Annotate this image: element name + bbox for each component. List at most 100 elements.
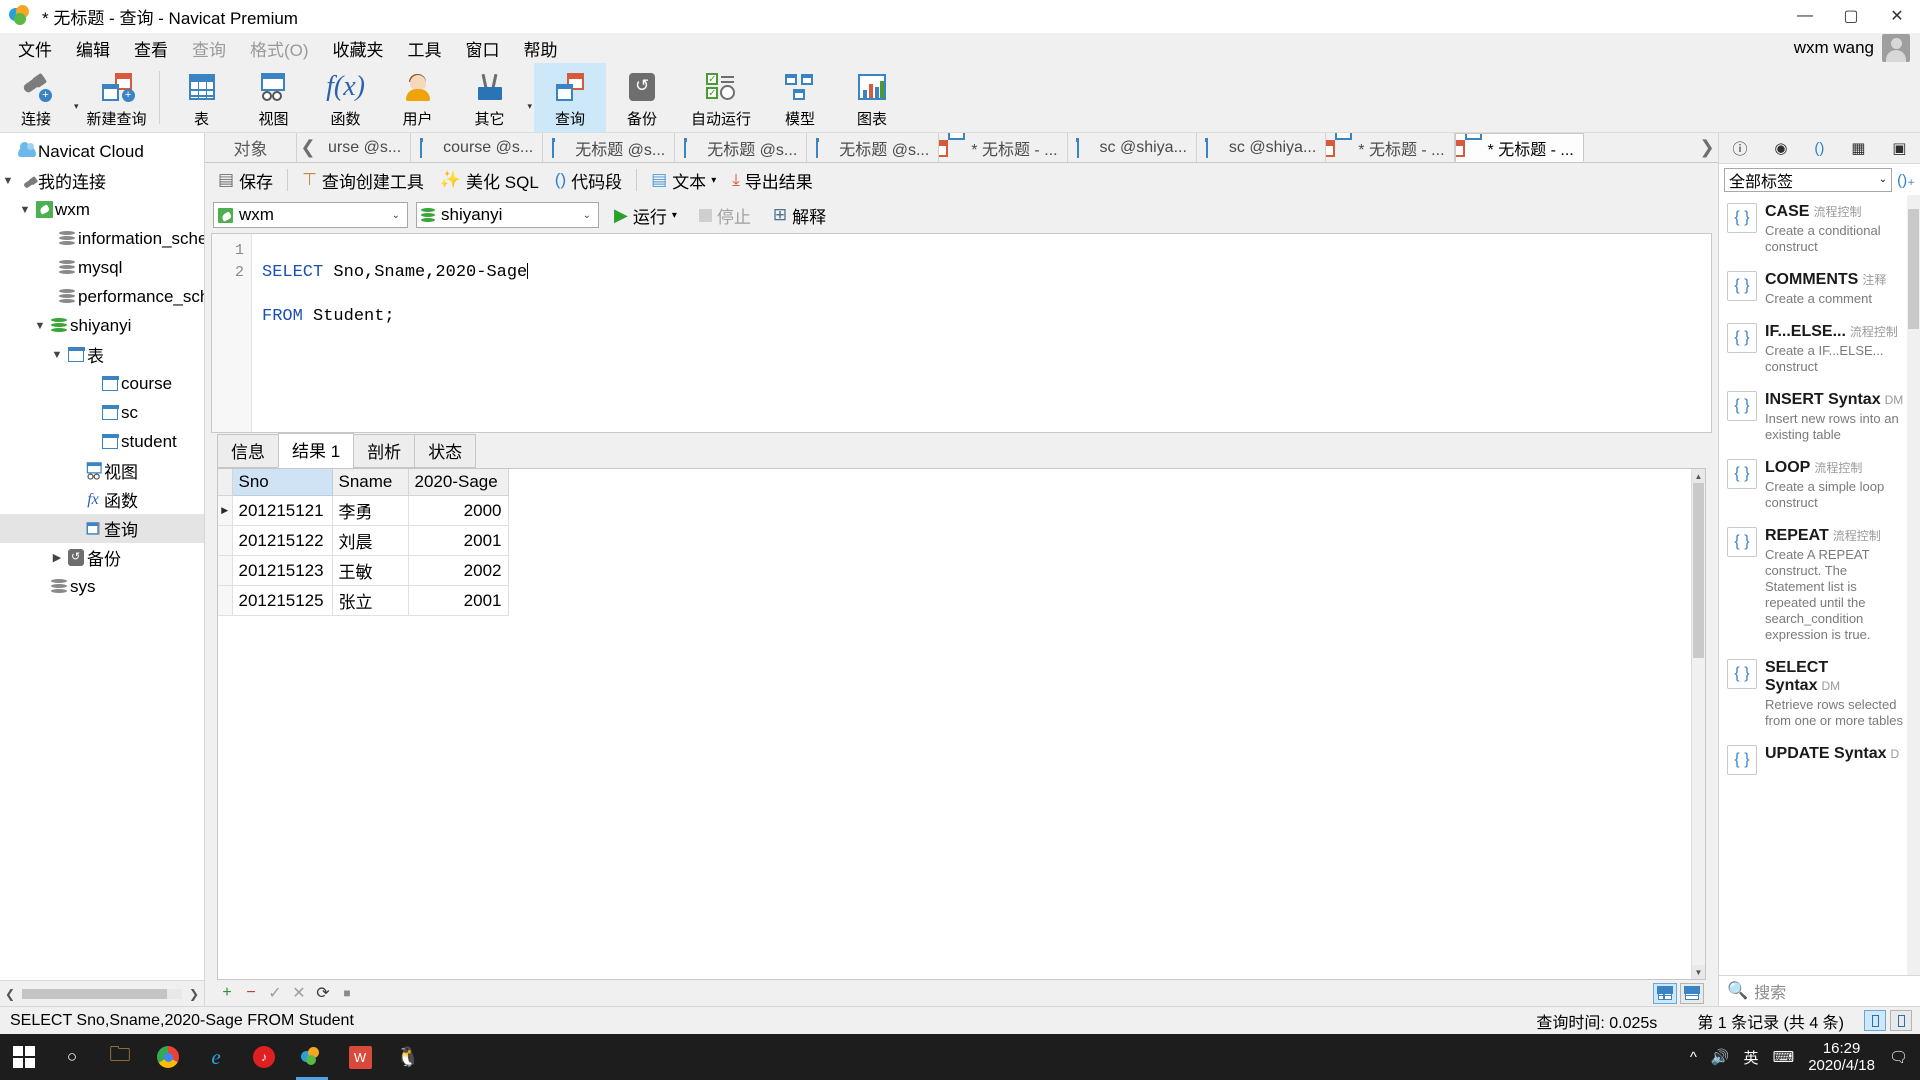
tree-item-sys[interactable]: sys (0, 572, 204, 601)
tree-item-course[interactable]: course (0, 369, 204, 398)
document-tab[interactable]: course @s... (411, 133, 543, 162)
scrollbar-track[interactable] (1692, 483, 1705, 965)
query-builder-button[interactable]: ⊤ 查询创建工具 (295, 165, 431, 196)
navicat-taskbar-button[interactable] (288, 1034, 336, 1080)
toolbar-function[interactable]: f(x) 函数 (310, 63, 382, 132)
cell-sname[interactable]: 李勇 (332, 496, 408, 526)
taskbar-chevron-icon[interactable]: ^ (1690, 1049, 1697, 1066)
toolbar-table[interactable]: 表 (166, 63, 238, 132)
tree-item-performance-schema[interactable]: performance_sche (0, 282, 204, 311)
preview-eye-icon[interactable]: ◉ (1774, 139, 1787, 157)
menu-query[interactable]: 查询 (180, 32, 238, 65)
add-snippet-icon[interactable]: ()₊ (1897, 171, 1915, 189)
chevron-down-icon[interactable]: ⌄ (389, 210, 403, 221)
table-structure-icon[interactable]: ▦ (1851, 139, 1865, 157)
menu-edit[interactable]: 编辑 (64, 32, 122, 65)
run-dropdown-icon[interactable]: ▾ (672, 210, 677, 221)
list-item[interactable]: { } INSERT SyntaxDM Insert new rows into… (1719, 383, 1920, 451)
code-snippet-button[interactable]: () 代码段 (548, 165, 629, 196)
save-button[interactable]: ▤ 保存 (211, 165, 280, 196)
run-button[interactable]: ▶ 运行 ▾ (607, 200, 684, 231)
connection-tree[interactable]: Navicat Cloud ▼ 我的连接 ▼ wxm i (0, 133, 204, 980)
document-tab[interactable]: urse @s... (319, 133, 411, 162)
connection-select[interactable]: wxm ⌄ (213, 202, 408, 228)
add-record-icon[interactable]: + (219, 984, 235, 1002)
list-item[interactable]: { } COMMENTS注释 Create a comment (1719, 263, 1920, 315)
objects-icon[interactable]: ▣ (1892, 139, 1906, 157)
document-tab[interactable]: 无标题 @s... (543, 133, 675, 162)
toolbar-query[interactable]: 查询 (534, 63, 606, 132)
column-header-expr[interactable]: 2020-Sage (408, 469, 508, 496)
scroll-up-icon[interactable]: ▲ (1692, 469, 1705, 483)
scrollbar-thumb[interactable] (1908, 209, 1919, 329)
toolbar-new-query[interactable]: + 新建查询 (81, 63, 153, 132)
tree-item-navicat-cloud[interactable]: Navicat Cloud (0, 137, 204, 166)
list-item[interactable]: { } LOOP流程控制 Create a simple loop constr… (1719, 451, 1920, 519)
tree-item-functions[interactable]: fx 函数 (0, 485, 204, 514)
column-header-sname[interactable]: Sname (332, 469, 408, 496)
tree-item-views[interactable]: 视图 (0, 456, 204, 485)
form-view-button[interactable] (1680, 983, 1704, 1004)
result-grid[interactable]: Sno Sname 2020-Sage ▶ 201215121 李勇 2000 (218, 469, 1691, 979)
account-area[interactable]: wxm wang (1794, 34, 1920, 62)
export-result-button[interactable]: ⤓ 导出结果 (725, 165, 820, 196)
refresh-icon[interactable]: ⟳ (315, 983, 331, 1003)
file-explorer-button[interactable]: 🗀 (96, 1034, 144, 1080)
chevron-right-icon[interactable]: ▶ (49, 551, 65, 564)
cell-sname[interactable]: 张立 (332, 586, 408, 616)
tree-item-backups[interactable]: ▶ ↺ 备份 (0, 543, 204, 572)
taskbar-clock[interactable]: 16:29 2020/4/18 (1808, 1040, 1875, 1074)
chevron-down-icon[interactable]: ▼ (17, 204, 33, 216)
tab-status[interactable]: 状态 (414, 434, 476, 468)
cell-sno[interactable]: 201215121 (232, 496, 332, 526)
sql-code-area[interactable]: SELECT Sno,Sname,2020-Sage FROM Student; (252, 234, 1711, 432)
toolbar-connection[interactable]: + 连接 (0, 63, 72, 132)
tab-objects[interactable]: 对象 (205, 133, 297, 162)
connection-dropdown-icon[interactable]: ▾ (74, 83, 79, 112)
tree-item-information-schema[interactable]: information_schem (0, 224, 204, 253)
chevron-down-icon[interactable]: ▼ (0, 175, 16, 187)
column-header-sno[interactable]: Sno (232, 469, 332, 496)
stop-button[interactable]: 停止 (692, 200, 758, 231)
chevron-down-icon[interactable]: ⌄ (1879, 174, 1887, 185)
snippet-search-row[interactable]: 🔍 搜索 (1719, 975, 1920, 1006)
tree-item-shiyanyi[interactable]: ▼ shiyanyi (0, 311, 204, 340)
netease-music-button[interactable]: ♪ (240, 1034, 288, 1080)
maximize-button[interactable]: ▢ (1828, 0, 1874, 33)
scroll-down-icon[interactable]: ▼ (1692, 965, 1705, 979)
table-row[interactable]: 201215125 张立 2001 (218, 586, 508, 616)
menu-format[interactable]: 格式(O) (238, 32, 321, 65)
tab-scroll-left-icon[interactable]: ❮ (297, 133, 319, 162)
tree-item-mysql[interactable]: mysql (0, 253, 204, 282)
cell-sname[interactable]: 王敏 (332, 556, 408, 586)
toolbar-chart[interactable]: 图表 (836, 63, 908, 132)
tree-item-my-connections[interactable]: ▼ 我的连接 (0, 166, 204, 195)
scrollbar-track[interactable] (22, 989, 182, 999)
menu-help[interactable]: 帮助 (512, 32, 570, 65)
cell-expr[interactable]: 2002 (408, 556, 508, 586)
cell-sno[interactable]: 201215122 (232, 526, 332, 556)
tree-item-sc[interactable]: sc (0, 398, 204, 427)
tree-item-wxm[interactable]: ▼ wxm (0, 195, 204, 224)
notifications-icon[interactable]: 🗨 (1889, 1048, 1908, 1066)
qq-button[interactable]: 🐧 (384, 1034, 432, 1080)
menu-tools[interactable]: 工具 (396, 32, 454, 65)
chevron-down-icon[interactable]: ▼ (32, 320, 48, 332)
wps-button[interactable]: W (336, 1034, 384, 1080)
result-vertical-scrollbar[interactable]: ▲ ▼ (1691, 469, 1705, 979)
avatar[interactable] (1882, 34, 1910, 62)
explain-button[interactable]: ⊞ 解释 (766, 200, 833, 231)
snippet-scrollbar[interactable] (1907, 195, 1920, 975)
cell-sname[interactable]: 刘晨 (332, 526, 408, 556)
chrome-button[interactable] (144, 1034, 192, 1080)
document-tab-active[interactable]: * 无标题 - ... (1455, 133, 1584, 162)
sql-editor[interactable]: 1 2 SELECT Sno,Sname,2020-Sage FROM Stud… (211, 233, 1712, 433)
grid-view-button[interactable] (1653, 983, 1677, 1004)
cancel-changes-icon[interactable]: ✕ (291, 983, 307, 1003)
cell-expr[interactable]: 2000 (408, 496, 508, 526)
document-tab[interactable]: 无标题 @s... (675, 133, 807, 162)
scrollbar-thumb[interactable] (1693, 483, 1704, 658)
minimize-button[interactable]: — (1782, 0, 1828, 33)
chevron-down-icon[interactable]: ▼ (49, 349, 65, 361)
scroll-right-icon[interactable]: ❯ (184, 987, 204, 1001)
